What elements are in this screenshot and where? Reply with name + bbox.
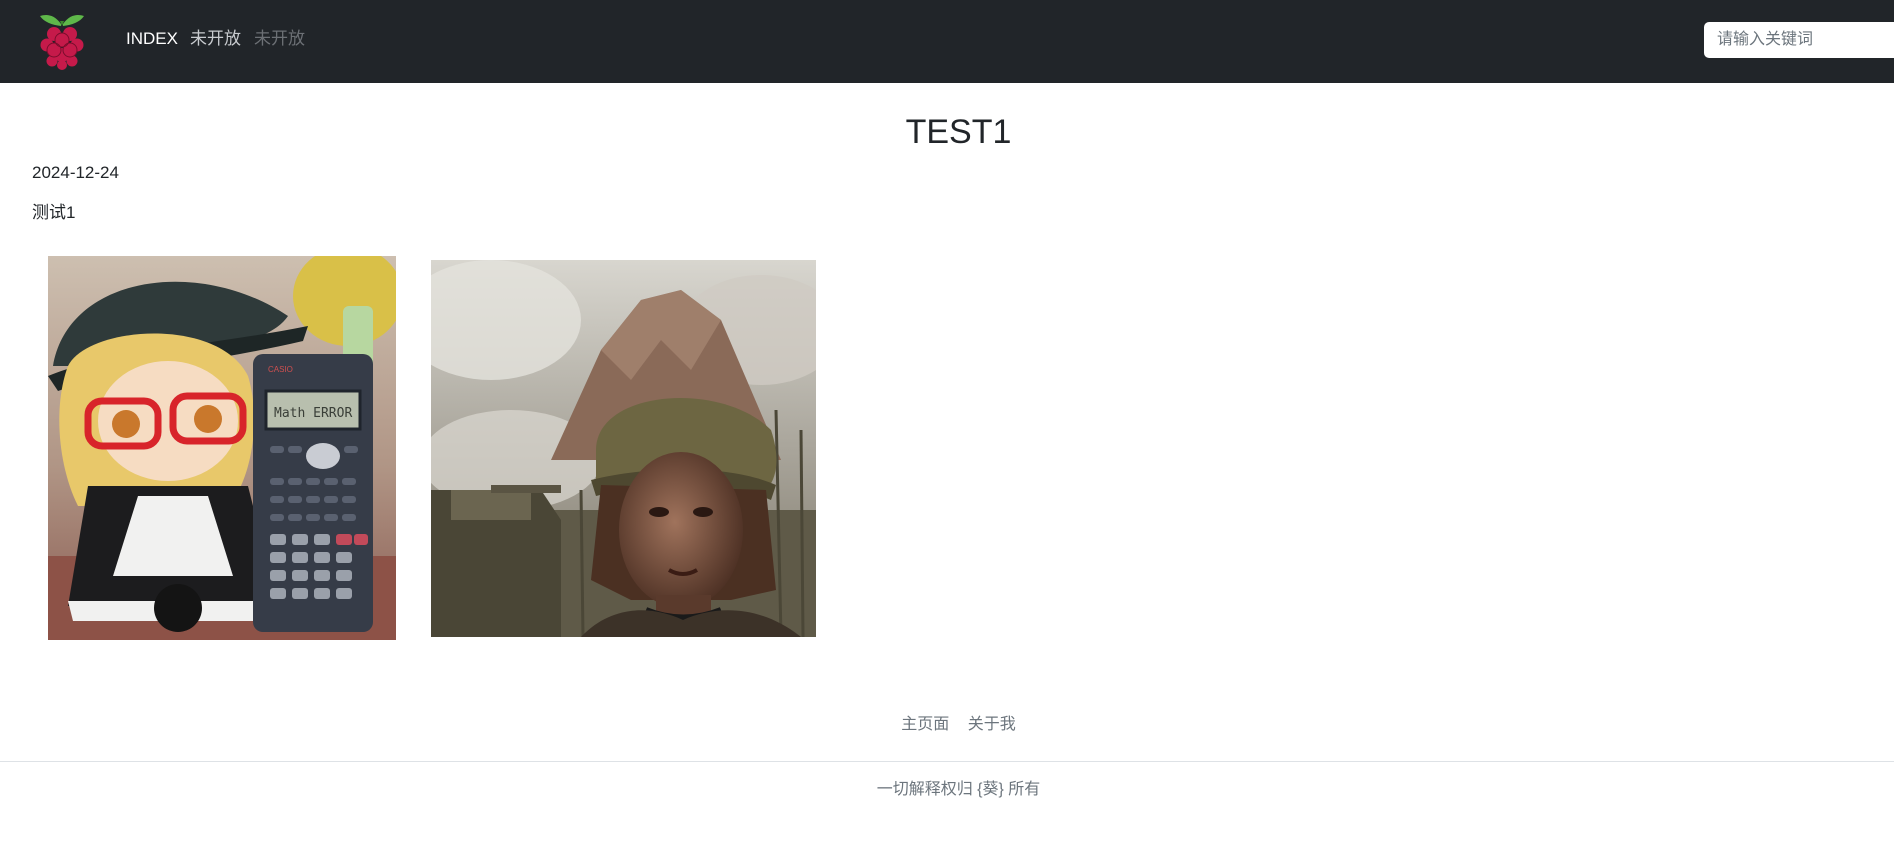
footer-link-home[interactable]: 主页面 bbox=[901, 716, 949, 733]
post-image-doll-calculator[interactable]: CASIO Math ERROR bbox=[48, 256, 396, 640]
navbar: INDEX 未开放 未开放 bbox=[0, 0, 1894, 83]
search-input[interactable] bbox=[1704, 22, 1894, 58]
copyright-text: 一切解释权归 {葵} 所有 bbox=[876, 781, 1041, 798]
nav-item-unopened-2: 未开放 bbox=[254, 29, 305, 48]
footer-divider bbox=[0, 761, 1894, 762]
footer-links: 主页面 关于我 bbox=[0, 714, 1894, 736]
post-date: 2024-12-24 bbox=[32, 163, 119, 182]
nav-item-index[interactable]: INDEX bbox=[126, 28, 178, 50]
nav-item-unopened-1[interactable]: 未开放 bbox=[190, 28, 241, 50]
post-title: TEST1 bbox=[905, 113, 1012, 151]
svg-text:Math ERROR: Math ERROR bbox=[274, 406, 352, 421]
svg-text:CASIO: CASIO bbox=[268, 365, 293, 374]
footer-link-about[interactable]: 关于我 bbox=[968, 716, 1016, 733]
post-image-soldier-painting[interactable] bbox=[431, 260, 816, 637]
raspberry-logo-icon[interactable] bbox=[36, 10, 88, 72]
post-content: 测试1 bbox=[32, 203, 76, 222]
